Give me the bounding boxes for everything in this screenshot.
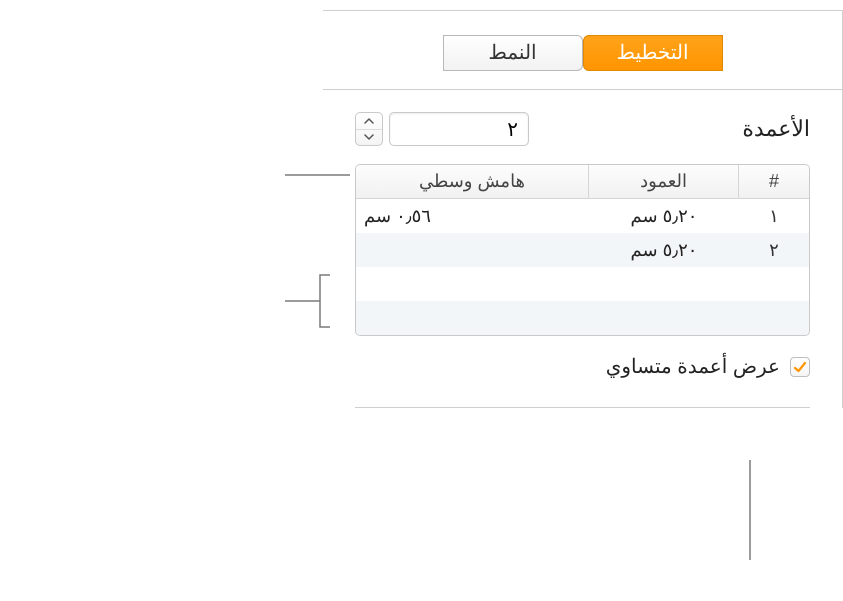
columns-label: الأعمدة (742, 116, 810, 142)
cell-column-width[interactable]: ٥٫٢٠ سم (589, 199, 739, 233)
checkmark-icon (793, 360, 807, 374)
section-divider (355, 407, 810, 408)
columns-table-body: ١ ٥٫٢٠ سم ٠٫٥٦ سم ٢ ٥٫٢٠ سم (356, 199, 809, 335)
cell-column-width[interactable]: ٥٫٢٠ سم (589, 233, 739, 267)
columns-table-header: # العمود هامش وسطي (356, 165, 809, 199)
columns-count-input[interactable] (389, 112, 529, 146)
tab-bar: النمط التخطيط (323, 11, 842, 90)
cell-number: ١ (739, 199, 809, 233)
cell-gutter[interactable]: ٠٫٥٦ سم (356, 199, 589, 233)
cell-gutter[interactable] (356, 233, 589, 267)
tab-layout[interactable]: التخطيط (583, 35, 723, 71)
equal-width-label[interactable]: عرض أعمدة متساوي (606, 354, 780, 379)
layout-panel: النمط التخطيط الأعمدة # العمود (323, 10, 843, 408)
table-row-empty (356, 267, 809, 301)
table-row-empty (356, 301, 809, 335)
columns-stepper-buttons (355, 112, 383, 146)
columns-section: الأعمدة # العمود هامش وسطي (323, 90, 842, 407)
stepper-down-button[interactable] (356, 129, 382, 146)
stepper-up-button[interactable] (356, 113, 382, 129)
table-row[interactable]: ٢ ٥٫٢٠ سم (356, 233, 809, 267)
col-header-number: # (739, 165, 809, 198)
equal-width-row: عرض أعمدة متساوي (355, 354, 810, 389)
col-header-gutter: هامش وسطي (356, 165, 589, 198)
cell-number: ٢ (739, 233, 809, 267)
table-row[interactable]: ١ ٥٫٢٠ سم ٠٫٥٦ سم (356, 199, 809, 233)
columns-stepper (355, 112, 529, 146)
tab-style[interactable]: النمط (443, 35, 583, 71)
equal-width-checkbox[interactable] (790, 357, 810, 377)
columns-table: # العمود هامش وسطي ١ ٥٫٢٠ سم ٠٫٥٦ سم ٢ ٥… (355, 164, 810, 336)
col-header-column: العمود (589, 165, 739, 198)
